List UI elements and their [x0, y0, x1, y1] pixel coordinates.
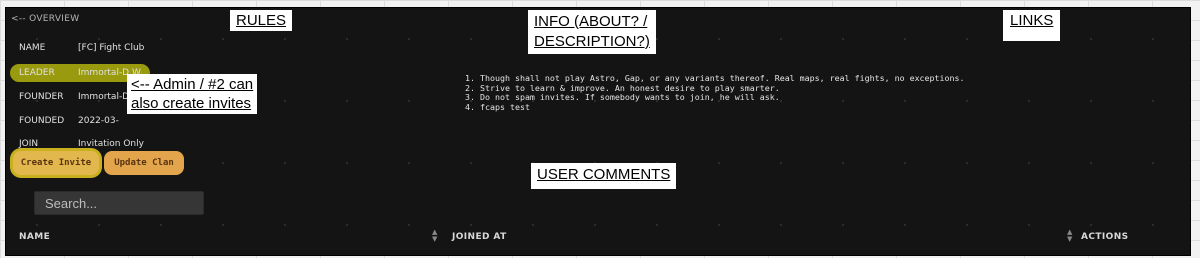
- annotation-rules: RULES: [230, 10, 293, 31]
- column-name[interactable]: NAME: [19, 232, 50, 242]
- info-label: NAME: [19, 43, 46, 53]
- annotation-user-comments: USER COMMENTS: [531, 163, 677, 189]
- rule-item: 4. fcaps test: [465, 101, 530, 112]
- annotation-info-line: INFO (ABOUT? /: [534, 13, 648, 30]
- members-table-header: NAME ▲ ▼ JOINED AT ▲ ▼ ACTIONS: [6, 228, 1190, 248]
- info-label: FOUNDED: [19, 116, 65, 126]
- info-label: LEADER: [19, 68, 55, 78]
- annotation-links: LINKS: [1003, 10, 1061, 41]
- sort-icon[interactable]: ▲ ▼: [432, 229, 438, 243]
- create-invite-button[interactable]: Create Invite: [13, 151, 99, 175]
- info-value: 2022-03-: [78, 116, 119, 126]
- rule-item: 3. Do not spam invites. If somebody want…: [465, 92, 780, 103]
- annotation-admin-line: <-- Admin / #2 can: [131, 76, 254, 93]
- annotation-info: INFO (ABOUT? / DESCRIPTION?): [528, 10, 656, 54]
- info-label: JOIN: [19, 139, 39, 149]
- info-value: [FC] Fight Club: [78, 43, 145, 53]
- update-clan-button[interactable]: Update Clan: [104, 151, 184, 175]
- info-value: Immortal-D: [78, 92, 130, 102]
- rules-list: 1. Though shall not play Astro, Gap, or …: [465, 73, 965, 112]
- info-value: Invitation Only: [78, 139, 144, 149]
- annotation-admin: <-- Admin / #2 can also create invites: [127, 74, 258, 114]
- search-input[interactable]: [34, 191, 204, 215]
- sort-icon[interactable]: ▲ ▼: [1067, 229, 1073, 243]
- annotation-admin-line: also create invites: [131, 95, 252, 112]
- annotation-info-line: DESCRIPTION?): [534, 33, 650, 50]
- overview-back-link[interactable]: <-- OVERVIEW: [11, 14, 79, 24]
- column-joined-at[interactable]: JOINED AT: [452, 232, 507, 242]
- info-label: FOUNDER: [19, 92, 64, 102]
- column-actions: ACTIONS: [1081, 232, 1129, 242]
